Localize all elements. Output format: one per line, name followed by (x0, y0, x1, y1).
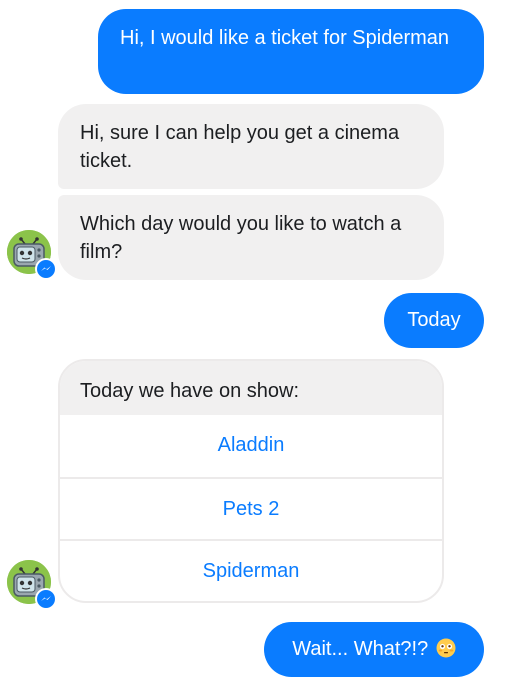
bot-message-bubble: Hi, sure I can help you get a cinema tic… (58, 104, 444, 189)
messenger-badge (35, 258, 57, 280)
user-message-bubble: Wait... What?!? (264, 622, 484, 677)
bot-message-bubble: Which day would you like to watch a film… (58, 195, 444, 280)
bot-avatar[interactable] (7, 560, 57, 610)
messenger-badge (35, 588, 57, 610)
chat-thread: Hi, I would like a ticket for Spiderman … (0, 0, 506, 682)
messenger-icon (37, 260, 55, 278)
bot-avatar[interactable] (7, 230, 57, 280)
user-message-bubble: Hi, I would like a ticket for Spiderman (98, 9, 484, 94)
flushed-face-emoji-icon (436, 638, 456, 658)
user-message-bubble: Today (384, 293, 484, 348)
messenger-icon (37, 590, 55, 608)
card-header: Today we have on show: (60, 361, 442, 415)
quick-reply-spiderman[interactable]: Spiderman (60, 539, 442, 601)
movie-options-card: Today we have on show: Aladdin Pets 2 Sp… (58, 359, 444, 603)
quick-reply-aladdin[interactable]: Aladdin (60, 415, 442, 477)
message-text: Wait... What?!? (292, 638, 429, 660)
quick-reply-pets-2[interactable]: Pets 2 (60, 477, 442, 539)
